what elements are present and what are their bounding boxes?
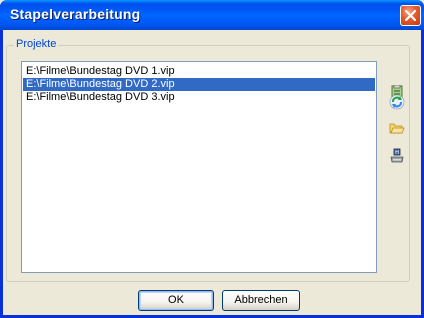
close-button[interactable]	[400, 5, 421, 26]
close-icon	[405, 10, 416, 21]
window-title: Stapelverarbeitung	[10, 6, 141, 22]
refresh-button-visual[interactable]	[387, 92, 407, 112]
open-folder-button[interactable]	[387, 118, 407, 138]
projects-listbox[interactable]: E:\Filme\Bundestag DVD 1.vip E:\Filme\Bu…	[21, 61, 377, 273]
save-icon: H	[390, 148, 404, 163]
projects-group-label: Projekte	[14, 38, 59, 50]
save-button[interactable]: H	[387, 146, 407, 166]
svg-text:H: H	[395, 150, 399, 156]
title-bar[interactable]: Stapelverarbeitung	[0, 0, 424, 30]
refresh-icon	[389, 94, 405, 110]
open-folder-icon	[389, 123, 405, 134]
list-item-selected[interactable]: E:\Filme\Bundestag DVD 2.vip	[23, 78, 375, 91]
cancel-button[interactable]: Abbrechen	[222, 290, 300, 311]
ok-button[interactable]: OK	[138, 290, 214, 311]
list-item[interactable]: E:\Filme\Bundestag DVD 3.vip	[23, 91, 375, 104]
list-item[interactable]: E:\Filme\Bundestag DVD 1.vip	[23, 65, 375, 78]
